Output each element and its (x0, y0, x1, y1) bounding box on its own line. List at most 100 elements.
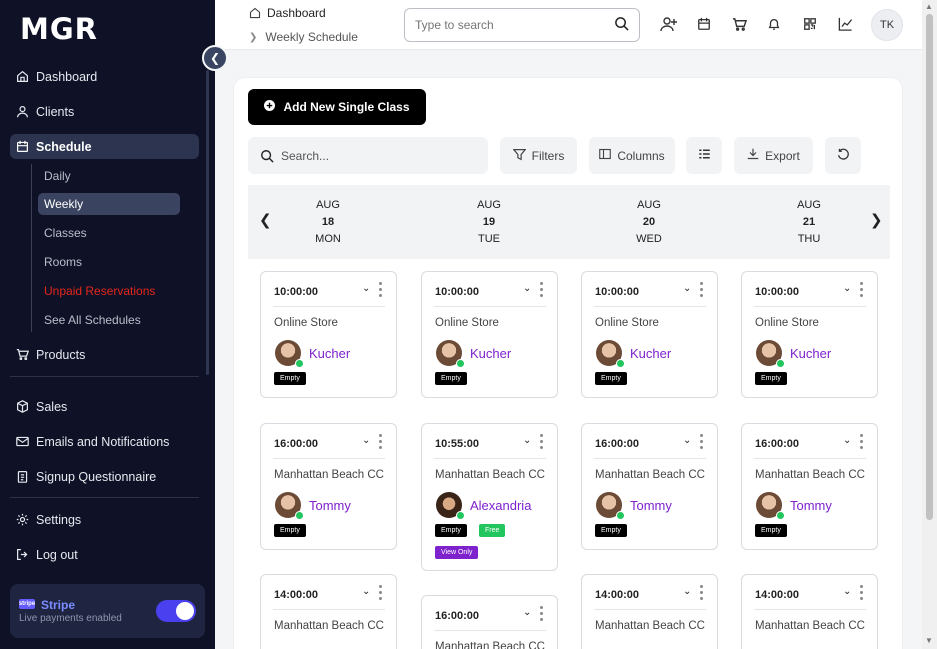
class-card[interactable]: 10:00:00 ⌄ Online Store Kucher Empty (581, 271, 718, 398)
chevron-down-icon[interactable]: ⌄ (683, 586, 691, 597)
instructor-name[interactable]: Tommy (790, 498, 832, 513)
sidebar-subitem-weekly[interactable]: Weekly (38, 193, 180, 215)
sidebar-item-schedule[interactable]: Schedule (10, 134, 199, 159)
add-user-icon[interactable] (659, 14, 679, 34)
page-scrollbar[interactable]: ▲ ▼ (922, 0, 937, 649)
sidebar-item-settings[interactable]: Settings (10, 507, 199, 532)
more-options-icon[interactable] (379, 434, 383, 452)
chevron-down-icon[interactable]: ⌄ (362, 283, 370, 294)
instructor-name[interactable]: Kucher (790, 346, 831, 361)
list-icon (698, 148, 711, 163)
sidebar-item-dashboard[interactable]: Dashboard (10, 64, 199, 89)
chevron-down-icon[interactable]: ⌄ (843, 283, 851, 294)
chevron-down-icon[interactable]: ⌄ (683, 435, 691, 446)
day-date: 21 (802, 216, 816, 228)
more-options-icon[interactable] (860, 434, 864, 452)
instructor-name[interactable]: Tommy (630, 498, 672, 513)
sidebar-subitem-daily[interactable]: Daily (38, 165, 180, 187)
chevron-down-icon[interactable]: ⌄ (523, 283, 531, 294)
instructor-name[interactable]: Alexandria (470, 498, 531, 513)
instructor-name[interactable]: Tommy (309, 498, 351, 513)
more-options-icon[interactable] (379, 585, 383, 603)
class-card[interactable]: 14:00:00 ⌄ Manhattan Beach CC (581, 574, 718, 649)
chart-line-icon[interactable] (835, 14, 855, 34)
class-card[interactable]: 16:00:00 ⌄ Manhattan Beach CC Tommy Empt… (260, 423, 397, 550)
chevron-down-icon[interactable]: ⌄ (843, 586, 851, 597)
more-options-icon[interactable] (540, 606, 544, 624)
class-card[interactable]: 16:00:00 ⌄ Manhattan Beach CC Tommy Empt… (741, 423, 878, 550)
scrollbar-thumb[interactable] (926, 14, 933, 520)
chevron-down-icon[interactable]: ⌄ (683, 283, 691, 294)
user-avatar[interactable]: TK (871, 9, 903, 41)
sidebar-item-clients[interactable]: Clients (10, 99, 199, 124)
bell-icon[interactable] (764, 14, 784, 34)
more-options-icon[interactable] (700, 434, 704, 452)
instructor-name[interactable]: Kucher (309, 346, 350, 361)
sidebar-item-products[interactable]: Products (10, 342, 199, 367)
instructor-name[interactable]: Kucher (630, 346, 671, 361)
clipboard-icon (16, 470, 30, 484)
class-card[interactable]: 10:55:00 ⌄ Manhattan Beach CC Alexandria… (421, 423, 558, 571)
card-divider (434, 630, 546, 631)
prev-week-arrow[interactable]: ❮ (259, 211, 272, 229)
search-icon[interactable] (614, 16, 629, 34)
week-day-header: ❮ AUG 18 MON AUG 19 TUE AUG 20 WED AUG 21 THU ❯ (248, 185, 890, 259)
schedule-search[interactable]: Search... (248, 137, 488, 174)
sidebar-item-logout[interactable]: Log out (10, 542, 199, 567)
refresh-icon (837, 148, 850, 164)
instructor-avatar (436, 492, 465, 520)
more-options-icon[interactable] (860, 585, 864, 603)
more-options-icon[interactable] (700, 282, 704, 300)
chevron-down-icon[interactable]: ⌄ (362, 586, 370, 597)
instructor-name[interactable]: Kucher (470, 346, 511, 361)
stripe-toggle[interactable] (156, 600, 196, 622)
add-new-class-button[interactable]: Add New Single Class (248, 89, 426, 125)
chevron-down-icon[interactable]: ⌄ (843, 435, 851, 446)
qr-code-icon[interactable] (800, 14, 820, 34)
sidebar-item-emails[interactable]: Emails and Notifications (10, 429, 199, 454)
more-options-icon[interactable] (540, 282, 544, 300)
top-bar: Dashboard ❯ Weekly Schedule TK (215, 0, 922, 50)
refresh-button[interactable] (825, 137, 861, 174)
sidebar-subitem-rooms[interactable]: Rooms (38, 251, 180, 273)
card-divider (434, 306, 546, 307)
more-options-icon[interactable] (700, 585, 704, 603)
export-button[interactable]: Export (734, 137, 813, 174)
calendar-icon[interactable] (694, 14, 714, 34)
density-button[interactable] (686, 137, 722, 174)
class-card[interactable]: 10:00:00 ⌄ Online Store Kucher Empty (421, 271, 558, 398)
chevron-down-icon[interactable]: ⌄ (523, 435, 531, 446)
class-card[interactable]: 10:00:00 ⌄ Online Store Kucher Empty (741, 271, 878, 398)
stripe-panel: stripe Stripe Live payments enabled (10, 584, 205, 638)
sidebar-subitem-unpaid-reservations[interactable]: Unpaid Reservations (38, 280, 180, 302)
global-search[interactable] (404, 8, 640, 42)
more-options-icon[interactable] (379, 282, 383, 300)
sidebar-subitem-see-all-schedules[interactable]: See All Schedules (38, 309, 180, 331)
card-divider (273, 609, 385, 610)
filters-button[interactable]: Filters (500, 137, 577, 174)
sidebar-item-sales[interactable]: Sales (10, 394, 199, 419)
next-week-arrow[interactable]: ❯ (870, 211, 883, 229)
scroll-up-arrow-icon[interactable]: ▲ (925, 2, 933, 11)
more-options-icon[interactable] (860, 282, 864, 300)
sidebar-subitem-classes[interactable]: Classes (38, 222, 180, 244)
class-card[interactable]: 14:00:00 ⌄ Manhattan Beach CC (741, 574, 878, 649)
sidebar-item-signup-questionnaire[interactable]: Signup Questionnaire (10, 464, 199, 489)
breadcrumb-home[interactable]: Dashboard (249, 6, 326, 20)
class-card[interactable]: 16:00:00 ⌄ Manhattan Beach CC (421, 595, 558, 649)
scroll-down-arrow-icon[interactable]: ▼ (925, 636, 933, 645)
class-card[interactable]: 16:00:00 ⌄ Manhattan Beach CC Tommy Empt… (581, 423, 718, 550)
online-status-dot (616, 359, 625, 368)
columns-button[interactable]: Columns (589, 137, 675, 174)
status-badge: Empty (755, 372, 787, 385)
more-options-icon[interactable] (540, 434, 544, 452)
global-search-input[interactable] (415, 18, 614, 32)
sidebar-collapse-button[interactable]: ❮ (202, 45, 228, 71)
class-card[interactable]: 14:00:00 ⌄ Manhattan Beach CC (260, 574, 397, 649)
sidebar-scrollbar[interactable] (206, 70, 209, 375)
cart-icon[interactable] (729, 14, 749, 34)
class-card[interactable]: 10:00:00 ⌄ Online Store Kucher Empty (260, 271, 397, 398)
gear-icon (16, 513, 30, 527)
chevron-down-icon[interactable]: ⌄ (362, 435, 370, 446)
chevron-down-icon[interactable]: ⌄ (523, 607, 531, 618)
